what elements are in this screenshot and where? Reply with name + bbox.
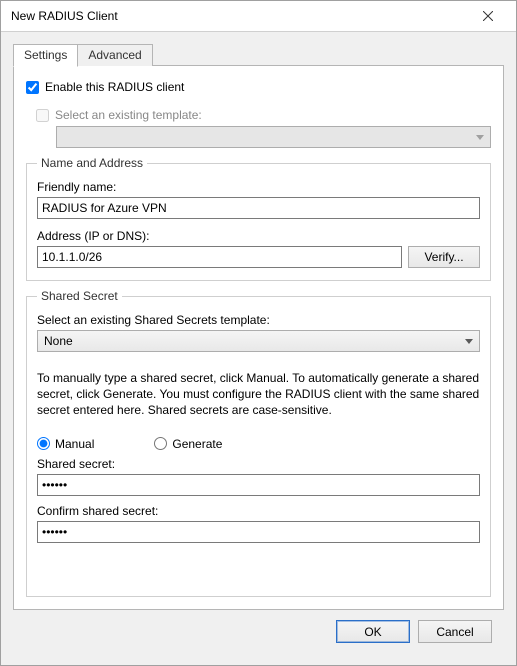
verify-button[interactable]: Verify... [408, 246, 480, 268]
existing-template-dropdown [56, 126, 491, 148]
cancel-button[interactable]: Cancel [418, 620, 492, 643]
ok-button[interactable]: OK [336, 620, 410, 643]
enable-client-checkbox[interactable] [26, 81, 39, 94]
shared-secret-input[interactable] [37, 474, 480, 496]
enable-client-row: Enable this RADIUS client [26, 80, 491, 94]
group-name-address: Name and Address Friendly name: Address … [26, 156, 491, 281]
address-input[interactable] [37, 246, 402, 268]
dialog-footer: OK Cancel [13, 610, 504, 655]
friendly-name-input[interactable] [37, 197, 480, 219]
existing-template-label: Select an existing template: [55, 108, 202, 122]
chevron-down-icon [476, 135, 484, 140]
radio-generate-label: Generate [172, 437, 222, 451]
window-title: New RADIUS Client [11, 9, 118, 23]
radio-generate-item[interactable]: Generate [154, 437, 222, 451]
friendly-name-label: Friendly name: [37, 180, 480, 194]
radio-manual-label: Manual [55, 437, 94, 451]
existing-template-row: Select an existing template: [36, 108, 491, 122]
group-name-address-legend: Name and Address [37, 156, 147, 170]
address-label: Address (IP or DNS): [37, 229, 480, 243]
confirm-secret-input[interactable] [37, 521, 480, 543]
group-shared-secret-legend: Shared Secret [37, 289, 122, 303]
close-icon [483, 11, 493, 21]
group-shared-secret: Shared Secret Select an existing Shared … [26, 289, 491, 597]
dialog-window: New RADIUS Client Settings Advanced Enab… [0, 0, 517, 666]
shared-secret-template-label: Select an existing Shared Secrets templa… [37, 313, 480, 327]
shared-secret-info: To manually type a shared secret, click … [37, 370, 480, 419]
existing-template-checkbox[interactable] [36, 109, 49, 122]
chevron-down-icon [465, 339, 473, 344]
radio-manual-item[interactable]: Manual [37, 437, 94, 451]
secret-mode-radios: Manual Generate [37, 437, 480, 451]
tab-advanced[interactable]: Advanced [77, 44, 152, 66]
close-button[interactable] [468, 2, 508, 30]
shared-secret-template-dropdown[interactable]: None [37, 330, 480, 352]
radio-manual[interactable] [37, 437, 50, 450]
tab-panel-settings: Enable this RADIUS client Select an exis… [13, 65, 504, 610]
shared-secret-label: Shared secret: [37, 457, 480, 471]
radio-generate[interactable] [154, 437, 167, 450]
titlebar: New RADIUS Client [1, 1, 516, 32]
shared-secret-template-value: None [44, 334, 73, 348]
enable-client-label: Enable this RADIUS client [45, 80, 184, 94]
tab-settings[interactable]: Settings [13, 44, 78, 67]
confirm-secret-label: Confirm shared secret: [37, 504, 480, 518]
tab-strip: Settings Advanced [13, 44, 504, 66]
dialog-body: Settings Advanced Enable this RADIUS cli… [1, 32, 516, 665]
